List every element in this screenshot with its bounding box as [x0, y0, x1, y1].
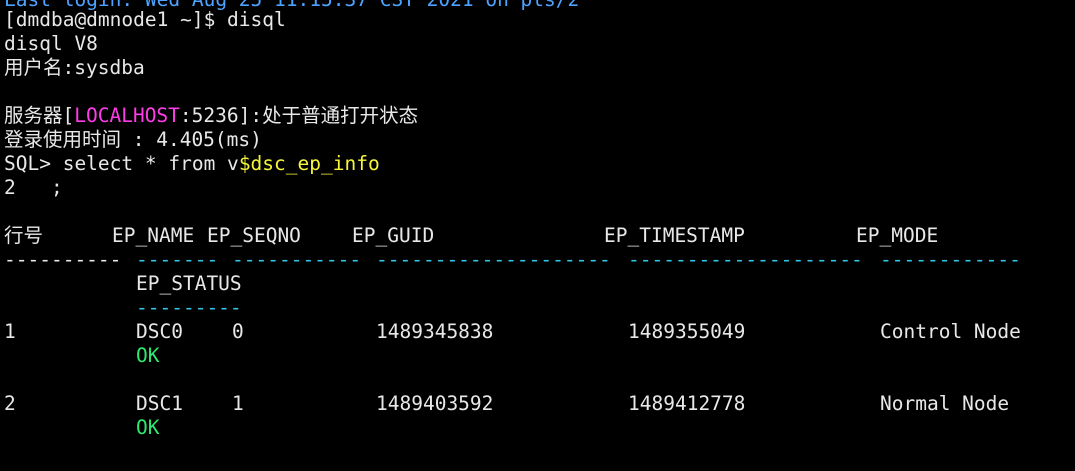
row-2-ep-status: OK — [136, 416, 160, 439]
row-2-ep-guid: 1489403592 — [376, 392, 494, 415]
separator-row-num: ---------- — [4, 248, 122, 271]
terminal-window[interactable]: Last login: Wed Aug 25 11:15:37 CST 2021… — [0, 0, 1075, 471]
header-ep-mode: EP_MODE — [856, 224, 939, 247]
header-ep-name: EP_NAME — [112, 224, 195, 247]
row-2-ep-name: DSC1 — [136, 392, 183, 415]
sql-table-name: $dsc_ep_info — [238, 152, 380, 175]
separator-ep-timestamp: -------------------- — [628, 248, 863, 271]
separator-ep-guid: -------------------- — [376, 248, 611, 271]
header-row-num: 行号 — [4, 224, 44, 247]
row-2-ep-timestamp: 1489412778 — [628, 392, 746, 415]
server-prefix: 服务器[ — [4, 104, 75, 127]
shell-prompt-line: [dmdba@dmnode1 ~]$ disql — [4, 8, 286, 31]
row-2-ep-mode: Normal Node — [880, 392, 1010, 415]
sql-prompt: SQL> select * from v — [4, 152, 239, 175]
server-status-line: 服务器[LOCALHOST:5236]:处于普通打开状态 — [4, 104, 418, 128]
row-1-ep-guid: 1489345838 — [376, 320, 494, 343]
row-1-ep-mode: Control Node — [880, 320, 1021, 343]
header-ep-status: EP_STATUS — [136, 272, 242, 295]
row-1-ep-seqno: 0 — [232, 320, 244, 343]
header-ep-seqno: EP_SEQNO — [207, 224, 301, 247]
separator-ep-name: ------- — [136, 248, 219, 271]
server-host: LOCALHOST — [74, 104, 180, 127]
row-1-ep-name: DSC0 — [136, 320, 183, 343]
sql-continuation-line: 2 ; — [4, 176, 63, 199]
separator-ep-status: --------- — [136, 296, 242, 319]
sql-command-line[interactable]: SQL> select * from v$dsc_ep_info — [4, 152, 380, 176]
row-1-row-num: 1 — [4, 320, 16, 343]
version-line: disql V8 — [4, 32, 98, 55]
row-1-ep-timestamp: 1489355049 — [628, 320, 746, 343]
separator-ep-mode: ------------ — [880, 248, 1021, 271]
separator-ep-seqno: ----------- — [232, 248, 362, 271]
header-ep-guid: EP_GUID — [352, 224, 435, 247]
username-line: 用户名:sysdba — [4, 56, 145, 79]
server-suffix: :5236]:处于普通打开状态 — [179, 104, 419, 127]
row-2-row-num: 2 — [4, 392, 16, 415]
row-1-ep-status: OK — [136, 344, 160, 367]
login-time-line: 登录使用时间 : 4.405(ms) — [4, 128, 262, 151]
header-ep-timestamp: EP_TIMESTAMP — [604, 224, 745, 247]
row-2-ep-seqno: 1 — [232, 392, 244, 415]
